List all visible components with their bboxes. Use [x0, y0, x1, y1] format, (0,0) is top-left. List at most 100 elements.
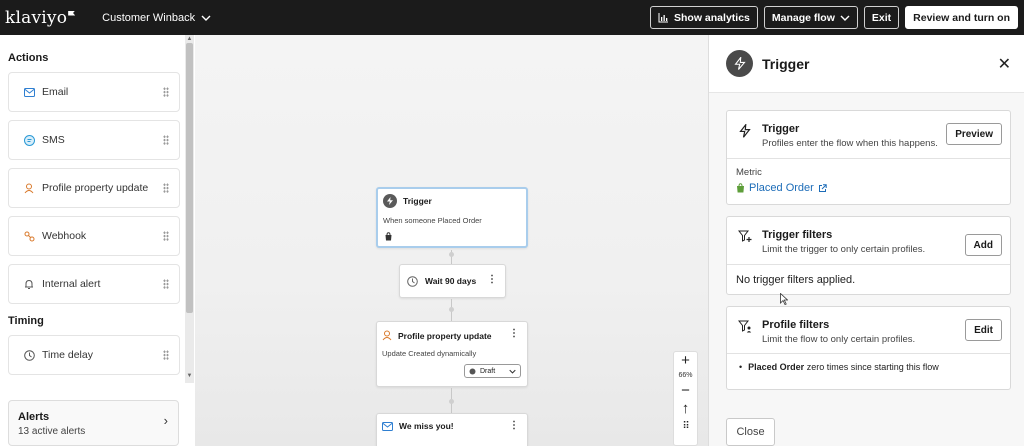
- connector-dot: [449, 399, 454, 404]
- zoom-level: 66%: [678, 372, 693, 379]
- drag-handle-icon[interactable]: [163, 279, 169, 289]
- chevron-down-icon: [840, 15, 850, 21]
- trigger-settings-panel: Trigger ✕ Trigger Profiles enter the flo…: [708, 35, 1024, 446]
- show-analytics-button[interactable]: Show analytics: [650, 6, 758, 29]
- alerts-title: Alerts: [18, 411, 50, 423]
- zoom-in-icon[interactable]: +: [681, 352, 690, 370]
- scroll-down-arrow-icon[interactable]: ▼: [186, 373, 193, 379]
- manage-flow-label: Manage flow: [771, 11, 835, 24]
- review-and-turn-on-button[interactable]: Review and turn on: [905, 6, 1018, 29]
- wait-node[interactable]: Wait 90 days ⋮: [399, 264, 506, 298]
- trigger-card-subtitle: Profiles enter the flow when this happen…: [762, 138, 938, 149]
- panel-header: Trigger ✕: [709, 35, 1024, 93]
- action-label: Internal alert: [42, 278, 101, 290]
- rule-condition: zero times since starting this flow: [804, 362, 939, 372]
- logo-text: klaviyo: [5, 7, 68, 28]
- action-internal-alert[interactable]: Internal alert: [8, 264, 180, 304]
- arrow-up-icon[interactable]: ↑: [682, 400, 690, 418]
- profile-node-title: Profile property update: [398, 330, 492, 341]
- lightning-icon: [736, 123, 754, 141]
- trigger-node-subtitle: When someone Placed Order: [383, 216, 482, 225]
- review-label: Review and turn on: [913, 11, 1010, 24]
- webhook-icon: [23, 230, 35, 242]
- add-trigger-filter-button[interactable]: Add: [964, 234, 1002, 256]
- clock-icon: [23, 349, 35, 361]
- metric-value: Placed Order: [749, 182, 814, 194]
- more-options-icon[interactable]: ⋮: [509, 420, 519, 431]
- chevron-right-icon: ›: [163, 413, 168, 428]
- metric-link[interactable]: Placed Order: [727, 178, 1010, 194]
- action-sms[interactable]: SMS: [8, 120, 180, 160]
- filter-add-icon: [736, 229, 754, 247]
- clock-icon: [407, 275, 418, 287]
- person-icon: [23, 182, 35, 194]
- klaviyo-logo[interactable]: klaviyo: [5, 7, 76, 28]
- grid-dots-icon[interactable]: ⠿: [682, 418, 689, 436]
- drag-handle-icon[interactable]: [163, 87, 169, 97]
- preview-button[interactable]: Preview: [946, 123, 1002, 145]
- sms-icon: [23, 134, 35, 146]
- profile-property-update-node[interactable]: Profile property update Update Created d…: [376, 321, 528, 387]
- exit-label: Exit: [871, 11, 892, 24]
- draft-status-icon: [469, 368, 476, 374]
- action-profile-property-update[interactable]: Profile property update: [8, 168, 180, 208]
- scroll-up-arrow-icon[interactable]: ▲: [186, 36, 193, 42]
- trigger-card: Trigger Profiles enter the flow when thi…: [726, 110, 1011, 205]
- drag-handle-icon[interactable]: [163, 183, 169, 193]
- trigger-filters-title: Trigger filters: [762, 229, 833, 241]
- flow-name-dropdown[interactable]: Customer Winback: [102, 12, 211, 24]
- drag-handle-icon[interactable]: [163, 231, 169, 241]
- filter-person-icon: [736, 319, 754, 337]
- more-options-icon[interactable]: ⋮: [487, 274, 497, 285]
- profile-filters-title: Profile filters: [762, 319, 830, 331]
- more-options-icon[interactable]: ⋮: [509, 328, 519, 339]
- metric-label: Metric: [736, 167, 762, 178]
- flow-name: Customer Winback: [102, 11, 196, 24]
- action-label: SMS: [42, 134, 65, 146]
- drag-handle-icon[interactable]: [163, 135, 169, 145]
- drag-handle-icon[interactable]: [163, 350, 169, 360]
- email-node-title: We miss you!: [399, 421, 454, 431]
- trigger-node[interactable]: Trigger When someone Placed Order: [376, 187, 528, 248]
- profile-filters-subtitle: Limit the flow to only certain profiles.: [762, 334, 916, 345]
- action-label: Email: [42, 86, 69, 98]
- action-label: Time delay: [42, 349, 93, 361]
- alerts-count: 13 active alerts: [18, 426, 86, 437]
- alerts-card[interactable]: Alerts 13 active alerts ›: [8, 400, 179, 446]
- action-time-delay[interactable]: Time delay: [8, 335, 180, 375]
- show-analytics-label: Show analytics: [674, 11, 750, 24]
- email-icon: [23, 86, 35, 98]
- actions-sidebar: Actions Email SMS Profile property updat…: [0, 35, 195, 446]
- trigger-card-title: Trigger: [762, 123, 800, 135]
- status-dropdown[interactable]: Draft: [464, 364, 521, 378]
- sidebar-scrollbar-thumb[interactable]: [186, 43, 193, 313]
- bell-icon: [23, 278, 35, 290]
- action-email[interactable]: Email: [8, 72, 180, 112]
- close-icon[interactable]: ✕: [998, 54, 1011, 74]
- email-icon: [382, 421, 393, 431]
- actions-heading: Actions: [8, 52, 49, 64]
- bullet-icon: •: [739, 362, 743, 372]
- trigger-node-title: Trigger: [403, 196, 432, 206]
- shopify-icon: [378, 225, 526, 243]
- lightning-icon: [726, 50, 753, 77]
- flow-canvas[interactable]: Trigger When someone Placed Order Wait 9…: [195, 35, 708, 446]
- close-button[interactable]: Close: [726, 418, 775, 446]
- exit-button[interactable]: Exit: [863, 6, 900, 29]
- profile-filters-card: Profile filters Limit the flow to only c…: [726, 306, 1011, 390]
- zoom-out-icon[interactable]: −: [681, 382, 690, 400]
- action-label: Webhook: [42, 230, 87, 242]
- action-webhook[interactable]: Webhook: [8, 216, 180, 256]
- edit-profile-filters-button[interactable]: Edit: [965, 319, 1002, 341]
- logo-flag-icon: [68, 10, 76, 16]
- bar-chart-icon: [658, 12, 669, 22]
- manage-flow-button[interactable]: Manage flow: [763, 6, 858, 29]
- timing-heading: Timing: [8, 315, 44, 327]
- top-bar: klaviyo Customer Winback Show analytics …: [0, 0, 1024, 35]
- profile-filter-rule: • Placed Order zero times since starting…: [727, 354, 1010, 372]
- sidebar-scroll-area[interactable]: Actions Email SMS Profile property updat…: [0, 35, 185, 381]
- email-node[interactable]: We miss you! ⋮: [376, 413, 528, 446]
- chevron-down-icon: [201, 15, 211, 21]
- mouse-cursor-icon: [780, 293, 788, 305]
- panel-title: Trigger: [762, 55, 810, 72]
